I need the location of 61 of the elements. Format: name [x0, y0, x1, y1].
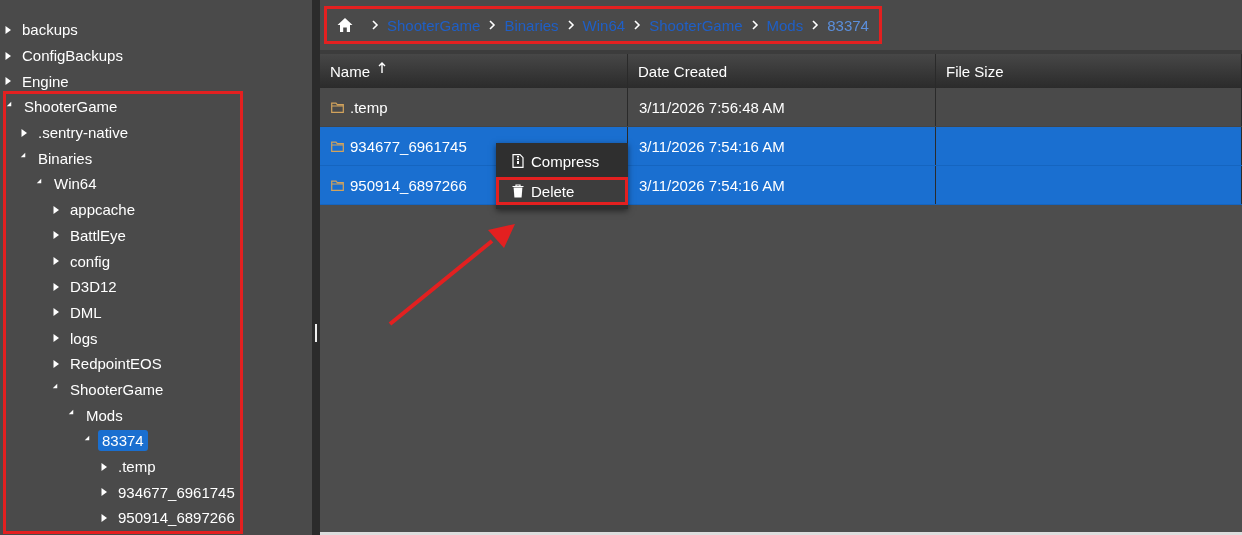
collapse-arrow-icon[interactable]	[20, 152, 26, 159]
tree-item[interactable]: .sentry-native	[34, 122, 133, 144]
collapse-arrow-icon[interactable]	[36, 177, 42, 184]
folder-icon	[331, 179, 344, 191]
tree-item[interactable]: Win64	[50, 173, 101, 195]
expand-arrow-icon[interactable]	[100, 462, 108, 471]
expand-arrow-icon[interactable]	[4, 51, 12, 60]
tree-item[interactable]: Binaries	[34, 147, 97, 169]
chevron-icon	[371, 20, 379, 30]
table-cell: 950914_6897266	[350, 176, 467, 194]
collapse-arrow-icon[interactable]	[6, 100, 12, 107]
sort-arrow-icon	[378, 62, 386, 74]
tree-item[interactable]: BattlEye	[66, 224, 130, 246]
table-cell: .temp	[350, 98, 388, 116]
collapse-arrow-icon[interactable]	[52, 383, 58, 390]
expand-arrow-icon[interactable]	[52, 257, 60, 266]
tree-item[interactable]: ShooterGame	[20, 96, 122, 118]
tree-item[interactable]: config	[66, 250, 115, 272]
tree-item[interactable]: ShooterGame	[66, 378, 168, 400]
collapse-arrow-icon[interactable]	[68, 409, 74, 416]
expand-arrow-icon[interactable]	[52, 231, 60, 240]
archive-file-icon	[512, 154, 524, 168]
tree-item[interactable]: 950914_6897266	[114, 507, 239, 529]
expand-arrow-icon[interactable]	[52, 334, 60, 343]
tree-item[interactable]: 934677_6961745	[114, 481, 239, 503]
chevron-icon	[566, 20, 575, 30]
expand-arrow-icon[interactable]	[4, 77, 12, 86]
table-cell: 3/11/2026 7:56:48 AM	[639, 98, 785, 116]
tree-item[interactable]: Mods	[82, 404, 127, 426]
table-row[interactable]: .temp 3/11/2026 7:56:48 AM	[320, 88, 1242, 127]
table-cell: 934677_6961745	[350, 137, 467, 155]
menu-item[interactable]: Delete	[496, 177, 628, 205]
tree-item[interactable]: ConfigBackups	[18, 45, 127, 67]
expand-arrow-icon[interactable]	[100, 488, 108, 497]
expand-arrow-icon[interactable]	[100, 513, 108, 522]
home-icon[interactable]	[337, 17, 353, 33]
expand-arrow-icon[interactable]	[52, 308, 60, 317]
collapse-arrow-icon[interactable]	[84, 434, 90, 441]
chevron-icon	[750, 20, 759, 30]
tree-item[interactable]: D3D12	[66, 276, 121, 298]
expand-arrow-icon[interactable]	[52, 205, 60, 214]
chevron-icon	[811, 20, 820, 30]
tree-item[interactable]: backups	[18, 19, 82, 41]
chevron-icon	[633, 20, 642, 30]
chevron-icon	[488, 20, 497, 30]
expand-arrow-icon[interactable]	[52, 282, 60, 291]
expand-arrow-icon[interactable]	[4, 25, 12, 34]
table-cell: 3/11/2026 7:54:16 AM	[639, 176, 785, 194]
tree-item[interactable]: appcache	[66, 199, 140, 221]
folder-icon	[331, 140, 344, 152]
tree-item[interactable]: 83374	[98, 430, 148, 452]
tree-item[interactable]: logs	[66, 327, 102, 349]
table-cell: 3/11/2026 7:54:16 AM	[639, 137, 785, 155]
expand-arrow-icon[interactable]	[20, 128, 28, 137]
tree-item[interactable]: Engine	[18, 70, 73, 92]
tree-item[interactable]: .temp	[114, 456, 160, 478]
folder-icon	[331, 101, 344, 113]
tree-item[interactable]: RedpointEOS	[66, 353, 166, 375]
trash-icon	[512, 184, 524, 198]
expand-arrow-icon[interactable]	[52, 359, 60, 368]
tree-item[interactable]: DML	[66, 301, 106, 323]
